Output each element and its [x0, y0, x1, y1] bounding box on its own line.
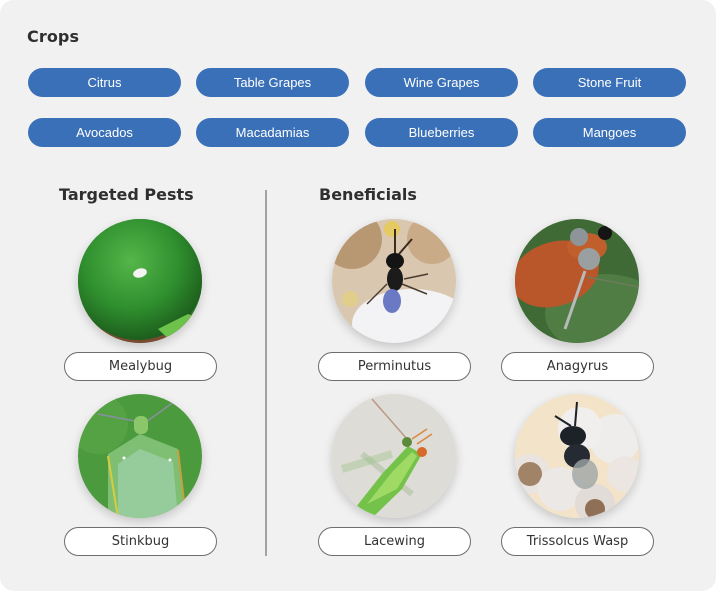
pest-label-mealybug[interactable]: Mealybug — [64, 352, 217, 381]
mealybug-image[interactable] — [78, 219, 202, 343]
beneficial-label-lacewing[interactable]: Lacewing — [318, 527, 471, 556]
section-divider — [265, 190, 267, 556]
crop-pest-panel: Crops Citrus Table Grapes Wine Grapes St… — [0, 0, 716, 591]
lacewing-image[interactable] — [332, 394, 456, 518]
beneficial-label-anagyrus[interactable]: Anagyrus — [501, 352, 654, 381]
beneficial-label-trissolcus-wasp[interactable]: Trissolcus Wasp — [501, 527, 654, 556]
trissolcus-wasp-image[interactable] — [515, 394, 639, 518]
anagyrus-photo — [515, 219, 639, 343]
pest-label-stinkbug[interactable]: Stinkbug — [64, 527, 217, 556]
beneficials-heading: Beneficials — [319, 185, 417, 204]
crop-button-citrus[interactable]: Citrus — [28, 68, 181, 97]
beneficial-label-perminutus[interactable]: Perminutus — [318, 352, 471, 381]
crop-button-blueberries[interactable]: Blueberries — [365, 118, 518, 147]
anagyrus-image[interactable] — [515, 219, 639, 343]
perminutus-image[interactable] — [332, 219, 456, 343]
crop-button-macadamias[interactable]: Macadamias — [196, 118, 349, 147]
crop-button-mangoes[interactable]: Mangoes — [533, 118, 686, 147]
mealybug-photo — [78, 219, 202, 343]
trissolcus-wasp-photo — [515, 394, 639, 518]
crop-button-avocados[interactable]: Avocados — [28, 118, 181, 147]
lacewing-photo — [332, 394, 456, 518]
crop-button-stone-fruit[interactable]: Stone Fruit — [533, 68, 686, 97]
crop-button-table-grapes[interactable]: Table Grapes — [196, 68, 349, 97]
stinkbug-photo — [78, 394, 202, 518]
stinkbug-image[interactable] — [78, 394, 202, 518]
crop-button-wine-grapes[interactable]: Wine Grapes — [365, 68, 518, 97]
crops-heading: Crops — [27, 27, 80, 46]
targeted-pests-heading: Targeted Pests — [59, 185, 194, 204]
perminutus-photo — [332, 219, 456, 343]
